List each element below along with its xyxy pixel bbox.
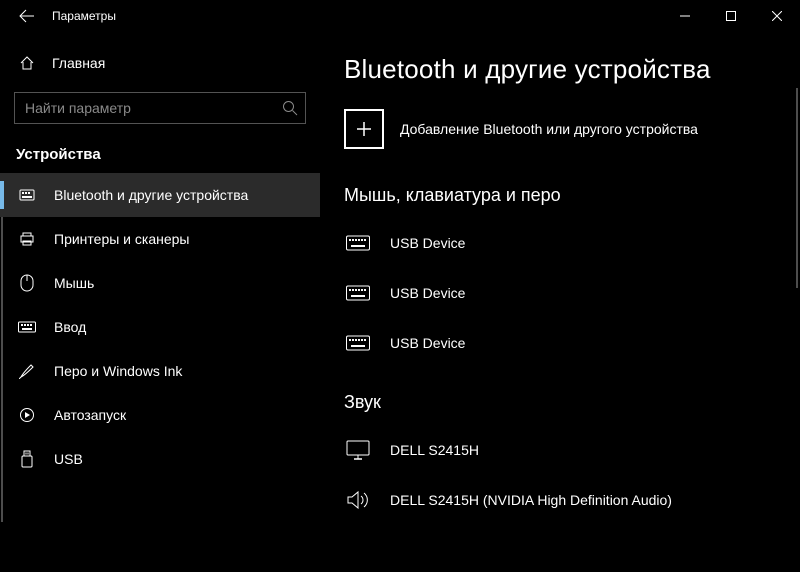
- usb-icon: [18, 450, 36, 468]
- keyboard-icon: [18, 320, 36, 334]
- maximize-button[interactable]: [708, 0, 754, 32]
- sidebar-item-label: Перо и Windows Ink: [54, 363, 182, 379]
- bluetooth-icon: [18, 187, 36, 203]
- device-item[interactable]: USB Device: [344, 218, 800, 268]
- monitor-icon: [344, 440, 372, 460]
- sidebar-item-pen[interactable]: Перо и Windows Ink: [0, 349, 320, 393]
- back-button[interactable]: [8, 0, 46, 32]
- arrow-left-icon: [19, 8, 35, 24]
- home-label: Главная: [52, 55, 105, 71]
- titlebar: Параметры: [0, 0, 800, 32]
- sidebar-item-label: Автозапуск: [54, 407, 126, 423]
- sidebar-item-bluetooth[interactable]: Bluetooth и другие устройства: [0, 173, 320, 217]
- main-scrollbar[interactable]: [796, 88, 798, 288]
- device-item[interactable]: DELL S2415H: [344, 425, 800, 475]
- speaker-icon: [344, 490, 372, 510]
- sidebar-item-label: Мышь: [54, 275, 94, 291]
- sidebar-item-keyboard[interactable]: Ввод: [0, 305, 320, 349]
- keyboard-icon: [344, 234, 372, 252]
- close-icon: [772, 11, 782, 21]
- sidebar-section-title: Устройства: [0, 132, 320, 173]
- window-title: Параметры: [46, 9, 116, 23]
- sidebar-item-label: Принтеры и сканеры: [54, 231, 189, 247]
- device-item[interactable]: DELL S2415H (NVIDIA High Definition Audi…: [344, 475, 800, 525]
- device-group-title: Мышь, клавиатура и перо: [344, 185, 800, 206]
- device-label: USB Device: [390, 285, 465, 301]
- minimize-icon: [680, 11, 690, 21]
- search-icon: [282, 100, 298, 116]
- device-label: DELL S2415H (NVIDIA High Definition Audi…: [390, 492, 672, 508]
- device-label: USB Device: [390, 235, 465, 251]
- search-wrap: [14, 92, 306, 124]
- sidebar-item-mouse[interactable]: Мышь: [0, 261, 320, 305]
- printer-icon: [18, 231, 36, 247]
- pen-icon: [18, 363, 36, 379]
- page-title: Bluetooth и другие устройства: [344, 54, 800, 85]
- sidebar: Главная Устройства Bluetooth и другие ус…: [0, 32, 320, 572]
- plus-icon: [344, 109, 384, 149]
- sidebar-item-autoplay[interactable]: Автозапуск: [0, 393, 320, 437]
- keyboard-icon: [344, 284, 372, 302]
- add-device-label: Добавление Bluetooth или другого устройс…: [400, 121, 698, 137]
- home-button[interactable]: Главная: [0, 44, 320, 82]
- device-group-title: Звук: [344, 392, 800, 413]
- device-item[interactable]: USB Device: [344, 318, 800, 368]
- window-buttons: [662, 0, 800, 32]
- sidebar-nav: Bluetooth и другие устройства Принтеры и …: [0, 173, 320, 481]
- sidebar-item-printer[interactable]: Принтеры и сканеры: [0, 217, 320, 261]
- minimize-button[interactable]: [662, 0, 708, 32]
- device-label: USB Device: [390, 335, 465, 351]
- mouse-icon: [18, 274, 36, 292]
- autoplay-icon: [18, 407, 36, 423]
- close-button[interactable]: [754, 0, 800, 32]
- main-panel: Bluetooth и другие устройства Добавление…: [320, 32, 800, 572]
- device-label: DELL S2415H: [390, 442, 479, 458]
- maximize-icon: [726, 11, 736, 21]
- home-icon: [18, 55, 36, 71]
- device-groups: Мышь, клавиатура и перо USB Device USB Dev…: [344, 185, 800, 525]
- search-input[interactable]: [14, 92, 306, 124]
- sidebar-item-label: USB: [54, 451, 83, 467]
- sidebar-item-label: Bluetooth и другие устройства: [54, 187, 248, 203]
- keyboard-icon: [344, 334, 372, 352]
- add-device-button[interactable]: Добавление Bluetooth или другого устройс…: [344, 109, 800, 149]
- device-item[interactable]: USB Device: [344, 268, 800, 318]
- sidebar-item-usb[interactable]: USB: [0, 437, 320, 481]
- sidebar-item-label: Ввод: [54, 319, 86, 335]
